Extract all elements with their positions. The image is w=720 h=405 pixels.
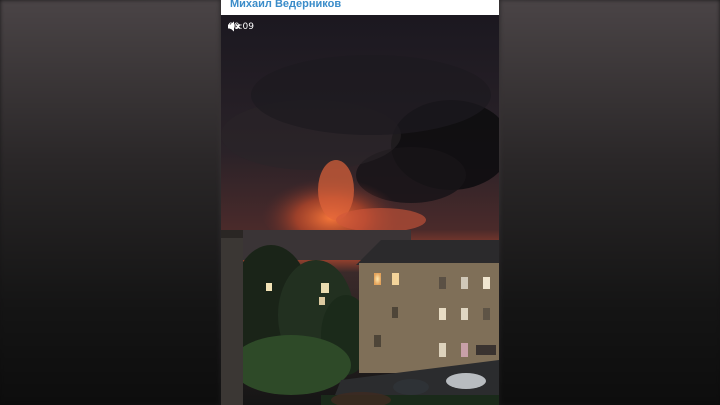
- video-frame: [221, 15, 499, 405]
- muted-speaker-icon[interactable]: [228, 21, 271, 32]
- video-player[interactable]: 00:09: [221, 15, 499, 405]
- blurred-backdrop-left: [0, 0, 220, 405]
- post-header: Михаил Ведерников: [221, 0, 499, 15]
- author-name[interactable]: Михаил Ведерников: [230, 0, 341, 10]
- video-controls: 00:09: [228, 21, 271, 32]
- blurred-backdrop-right: [500, 0, 720, 405]
- post-card: Михаил Ведерников 00:09: [221, 0, 499, 405]
